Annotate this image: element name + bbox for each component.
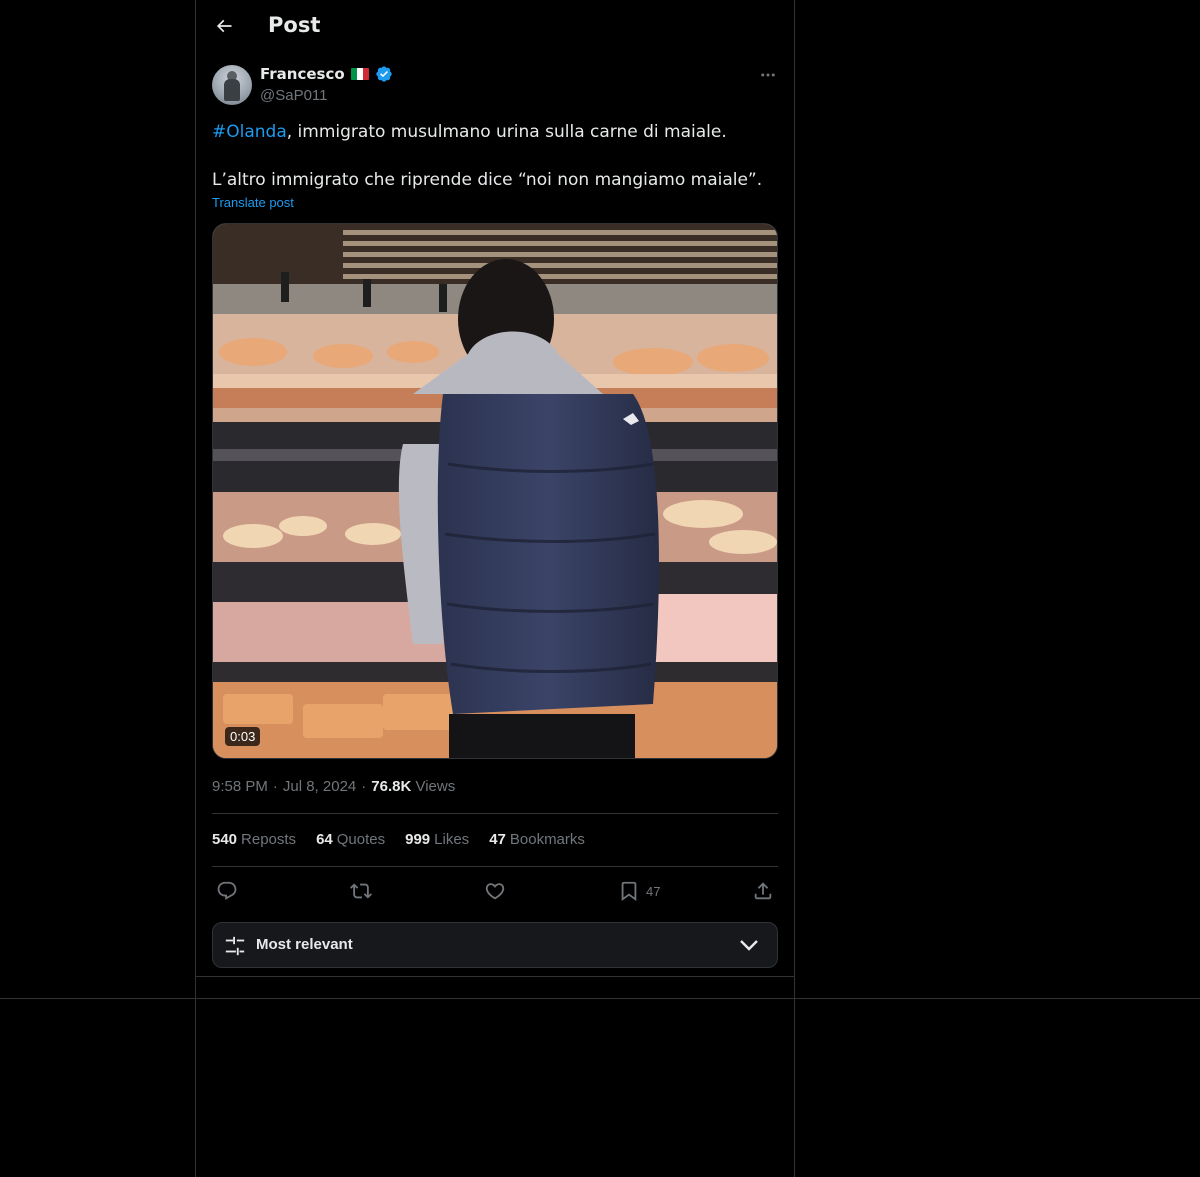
arrow-left-icon [216, 19, 232, 33]
heart-icon [485, 883, 505, 900]
share-button[interactable] [752, 878, 774, 904]
share-icon [754, 882, 772, 900]
post-text: #Olanda, immigrato musulmano urina sulla… [212, 120, 778, 192]
chevron-down-icon [740, 940, 758, 951]
quotes-stat[interactable]: 64 Quotes [316, 831, 385, 848]
column-border-left [195, 0, 196, 1177]
engagement-stats: 540 Reposts 64 Quotes 999 Likes 47 Bookmarks [212, 831, 585, 848]
translate-post-link[interactable]: Translate post [212, 195, 294, 210]
author-name[interactable]: Francesco [260, 65, 345, 83]
video-frame [213, 224, 777, 758]
back-button[interactable] [208, 10, 240, 42]
video-player[interactable]: 0:03 [212, 223, 778, 759]
meta-separator: · [361, 778, 367, 795]
divider [212, 866, 778, 867]
meta-separator: · [272, 778, 278, 795]
bookmark-button[interactable]: 47 [618, 878, 660, 904]
bookmark-icon [621, 881, 637, 902]
reply-sort-dropdown[interactable]: Most relevant [212, 922, 778, 968]
views-label: Views [415, 778, 456, 795]
sliders-icon [225, 936, 245, 956]
hashtag-link[interactable]: #Olanda [212, 122, 287, 142]
bookmark-count: 47 [646, 883, 661, 899]
verified-badge-icon[interactable] [375, 65, 393, 83]
avatar[interactable] [212, 65, 252, 105]
bookmarks-stat[interactable]: 47 Bookmarks [489, 831, 585, 848]
italy-flag-icon [350, 68, 369, 80]
post-text-line-2: L’altro immigrato che riprende dice “noi… [212, 170, 763, 190]
reply-icon [217, 881, 237, 900]
action-bar: 47 [212, 874, 778, 908]
divider [212, 813, 778, 814]
author-name-row[interactable]: Francesco [260, 65, 393, 83]
video-duration-badge: 0:03 [225, 727, 261, 746]
post-text-line-1: #Olanda, immigrato musulmano urina sulla… [212, 122, 727, 142]
more-options-button[interactable] [756, 64, 780, 86]
like-button[interactable] [484, 878, 506, 904]
views: 76.8K Views [371, 778, 455, 795]
views-count: 76.8K [371, 778, 412, 795]
post-bottom-divider [196, 976, 794, 977]
post-meta: 9:58 PM · Jul 8, 2024 · 76.8K Views [212, 778, 455, 795]
author-handle[interactable]: @SaP011 [260, 87, 328, 104]
repost-icon [350, 883, 372, 899]
repost-button[interactable] [350, 878, 372, 904]
reply-button[interactable] [216, 878, 238, 904]
top-bar: Post [196, 0, 794, 54]
more-dots-icon [761, 73, 775, 77]
column-border-right [794, 0, 795, 1177]
post-date[interactable]: Jul 8, 2024 [283, 778, 356, 795]
post-time[interactable]: 9:58 PM [212, 778, 268, 795]
page-title: Post [268, 13, 321, 37]
page-divider [0, 998, 1200, 999]
sort-label: Most relevant [256, 936, 353, 953]
reposts-stat[interactable]: 540 Reposts [212, 831, 296, 848]
likes-stat[interactable]: 999 Likes [405, 831, 469, 848]
